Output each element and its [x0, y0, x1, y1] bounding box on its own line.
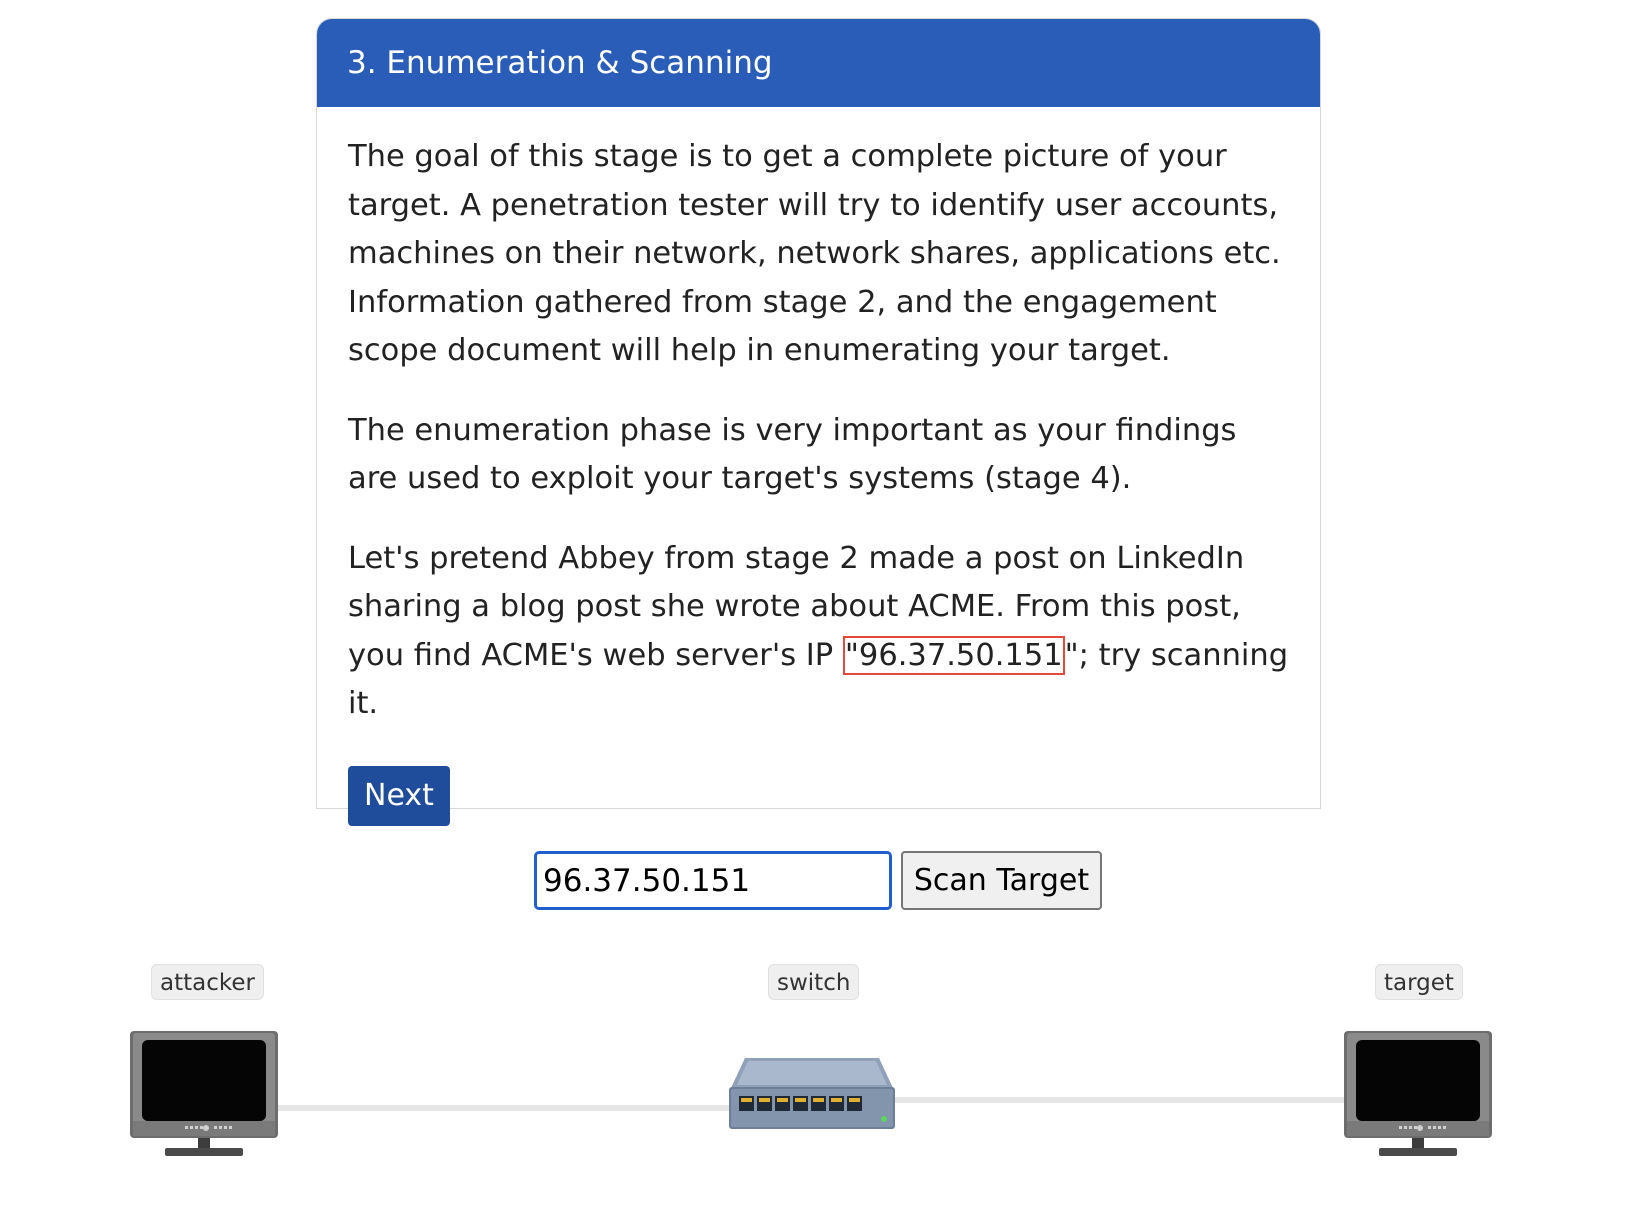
target-label: target — [1375, 964, 1463, 1000]
target-computer-icon[interactable] — [1344, 1031, 1492, 1156]
attacker-label: attacker — [151, 964, 264, 1000]
switch-label: switch — [768, 964, 860, 1000]
switch-icon[interactable] — [729, 1058, 895, 1129]
network-diagram — [130, 1031, 1492, 1156]
attacker-computer-icon[interactable] — [130, 1031, 278, 1156]
